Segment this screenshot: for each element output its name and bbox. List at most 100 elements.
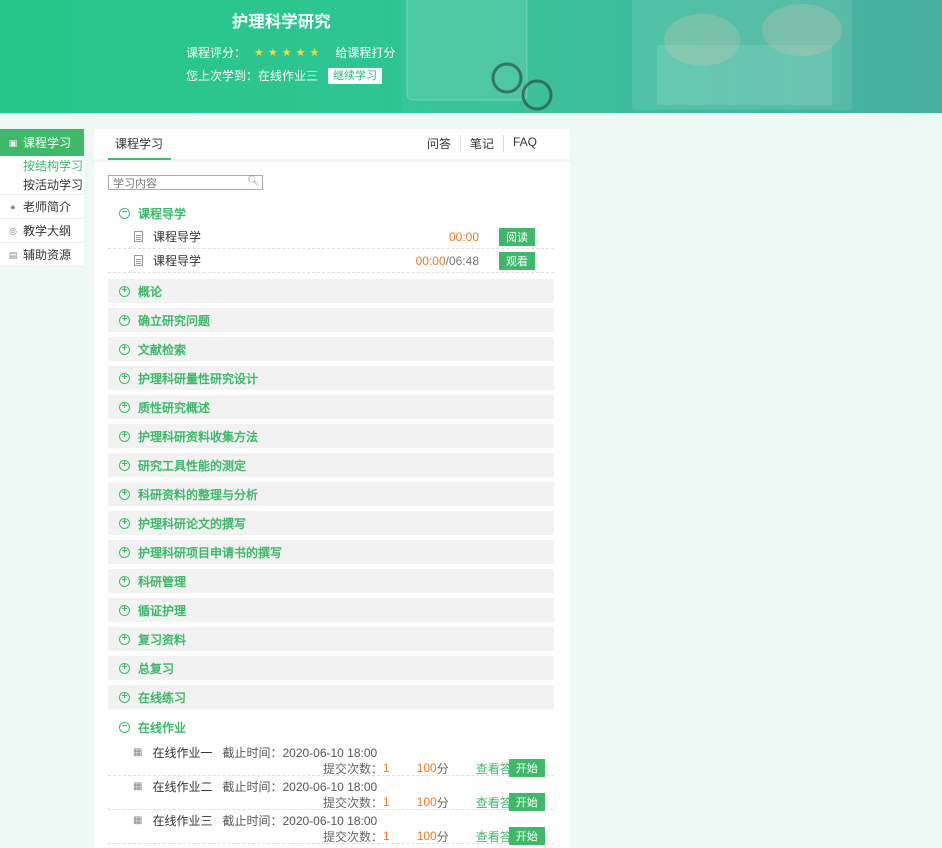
submit-count: 1 (383, 829, 390, 843)
expand-icon[interactable]: + (119, 343, 130, 355)
expand-icon[interactable]: + (119, 575, 130, 587)
homework-name[interactable]: 在线作业三 (152, 812, 212, 829)
chapter-item[interactable]: + 确立研究问题 (108, 308, 554, 332)
lesson-name[interactable]: 课程导学 (153, 228, 449, 245)
homework-score: 100 (416, 761, 437, 775)
chapter-item[interactable]: + 科研管理 (108, 569, 554, 593)
last-studied-row: 您上次学到：在线作业三 继续学习 (186, 67, 383, 84)
expand-icon[interactable]: + (119, 517, 130, 529)
expand-icon[interactable]: + (119, 401, 130, 413)
chapter-item[interactable]: − 在线作业 (108, 715, 554, 739)
search-input[interactable] (109, 177, 244, 191)
continue-button[interactable]: 继续学习 (328, 67, 383, 84)
watch-button[interactable]: 观看 (499, 251, 535, 270)
expand-icon[interactable]: + (119, 546, 130, 558)
search-icon[interactable]: 🔍︎ (247, 176, 260, 187)
chapter-item[interactable]: + 在线练习 (108, 685, 554, 709)
chapter-item[interactable]: + 护理科研资料收集方法 (108, 424, 554, 448)
expand-icon[interactable]: + (119, 488, 130, 500)
rate-course-link[interactable]: 给课程打分 (335, 44, 395, 61)
lesson-name[interactable]: 课程导学 (153, 252, 416, 269)
rating-stars[interactable]: ★★★★★ (254, 46, 323, 59)
sidebar-item-resources[interactable]: ▤ 辅助资源 (0, 243, 84, 267)
chapter-title: 确立研究问题 (138, 313, 211, 328)
read-button[interactable]: 阅读 (499, 227, 535, 246)
lesson-item: 课程导学 00:00 阅读 (108, 225, 554, 249)
lesson-progress-time: 00:00 (415, 253, 446, 268)
chapter-title: 质性研究概述 (138, 400, 211, 415)
chapter-item[interactable]: + 总复习 (108, 656, 554, 680)
sidebar-item-outline[interactable]: ◎ 教学大纲 (0, 219, 84, 243)
chapter-item[interactable]: + 研究工具性能的测定 (108, 453, 554, 477)
chapter-item[interactable]: + 复习资料 (108, 627, 554, 651)
tab-notes[interactable]: 笔记 (459, 135, 503, 152)
expand-icon[interactable]: + (119, 604, 130, 616)
sidebar-item-teacher[interactable]: ● 老师简介 (0, 195, 84, 219)
view-answer-link[interactable]: 查看答案 (476, 760, 509, 777)
tab-links: 问答 笔记 FAQ (418, 135, 546, 152)
course-banner: 护理科学研究 课程评分： ★★★★★ 给课程打分 您上次学到：在线作业三 继续学… (0, 0, 942, 113)
expand-icon[interactable]: + (119, 372, 130, 384)
view-answer-link[interactable]: 查看答案 (476, 794, 509, 811)
tab-course-study[interactable]: 课程学习 (108, 135, 172, 160)
chapter-title: 课程导学 (138, 206, 187, 221)
chapter-item[interactable]: + 护理科研论文的撰写 (108, 511, 554, 535)
sidebar-item-label: 课程学习 (23, 135, 72, 150)
chapter-item[interactable]: + 科研资料的整理与分析 (108, 482, 554, 506)
sidebar-sub-activity[interactable]: 按活动学习 (0, 176, 84, 195)
lesson-time: 00:00/06:48 (416, 254, 479, 268)
expand-icon[interactable]: + (119, 633, 130, 645)
submit-count: 1 (383, 761, 390, 775)
resource-icon: ▤ (8, 249, 18, 260)
score-unit: 分 (436, 829, 449, 844)
expand-icon[interactable]: + (119, 691, 130, 703)
expand-icon[interactable]: + (119, 314, 130, 326)
homework-item: ▦ 在线作业三 截止时间：2020-06-10 18:00 提交次数： 1 100 分查看… (108, 810, 554, 845)
chapter-item[interactable]: + 护理科研项目申请书的撰写 (108, 540, 554, 564)
lesson-total-time: /06:48 (445, 253, 479, 268)
start-button[interactable]: 开始 (508, 827, 545, 845)
submit-count-label: 提交次数： (323, 829, 384, 844)
expand-icon[interactable]: + (119, 285, 130, 297)
rating-label: 课程评分： (186, 46, 247, 60)
tab-faq[interactable]: FAQ (502, 135, 546, 152)
expand-icon[interactable]: + (119, 459, 130, 471)
sidebar-item-label: 老师简介 (23, 199, 72, 214)
homework-name[interactable]: 在线作业二 (152, 778, 212, 795)
sidebar-sub-structure[interactable]: 按结构学习 (0, 157, 84, 176)
chapter-item[interactable]: + 质性研究概述 (108, 395, 554, 419)
content-tabs: 课程学习 问答 笔记 FAQ (94, 129, 570, 160)
start-button[interactable]: 开始 (508, 793, 545, 811)
lesson-progress-time: 00:00 (448, 229, 479, 244)
homework-icon: ▦ (133, 815, 143, 826)
outline-icon: ◎ (9, 225, 17, 236)
course-title: 护理科学研究 (232, 14, 332, 31)
expand-icon[interactable]: + (119, 662, 130, 674)
tab-qa[interactable]: 问答 (418, 135, 460, 152)
chapter-item[interactable]: + 循证护理 (108, 598, 554, 622)
chapter-title: 文献检索 (138, 342, 187, 357)
chapter-item[interactable]: + 概论 (108, 279, 554, 303)
chapter-item[interactable]: + 文献检索 (108, 337, 554, 361)
search-box: 🔍︎ (108, 175, 263, 191)
chapter-title: 复习资料 (138, 632, 187, 647)
chapter-item[interactable]: − 课程导学 (108, 201, 554, 225)
homework-score: 100 (416, 829, 437, 843)
expand-icon[interactable]: + (119, 430, 130, 442)
document-icon (134, 231, 143, 242)
homework-item: ▦ 在线作业一 截止时间：2020-06-10 18:00 提交次数： 1 100 分查看… (108, 742, 554, 777)
chapter-item[interactable]: + 护理科研量性研究设计 (108, 366, 554, 390)
last-studied-text: 您上次学到：在线作业三 (186, 69, 319, 83)
collapse-icon[interactable]: − (119, 721, 130, 733)
collapse-icon[interactable]: − (119, 207, 130, 219)
submit-count: 1 (383, 795, 390, 809)
start-button[interactable]: 开始 (508, 759, 545, 777)
sidebar-item-label: 教学大纲 (23, 223, 72, 238)
score-unit: 分 (436, 795, 449, 810)
video-document-icon (134, 255, 143, 266)
chapter-title: 护理科研资料收集方法 (138, 429, 259, 444)
homework-name[interactable]: 在线作业一 (152, 744, 212, 761)
banner-illustration (402, 0, 942, 113)
sidebar-item-course[interactable]: ▣ 课程学习 (0, 129, 84, 157)
view-answer-link[interactable]: 查看答案 (476, 828, 509, 845)
